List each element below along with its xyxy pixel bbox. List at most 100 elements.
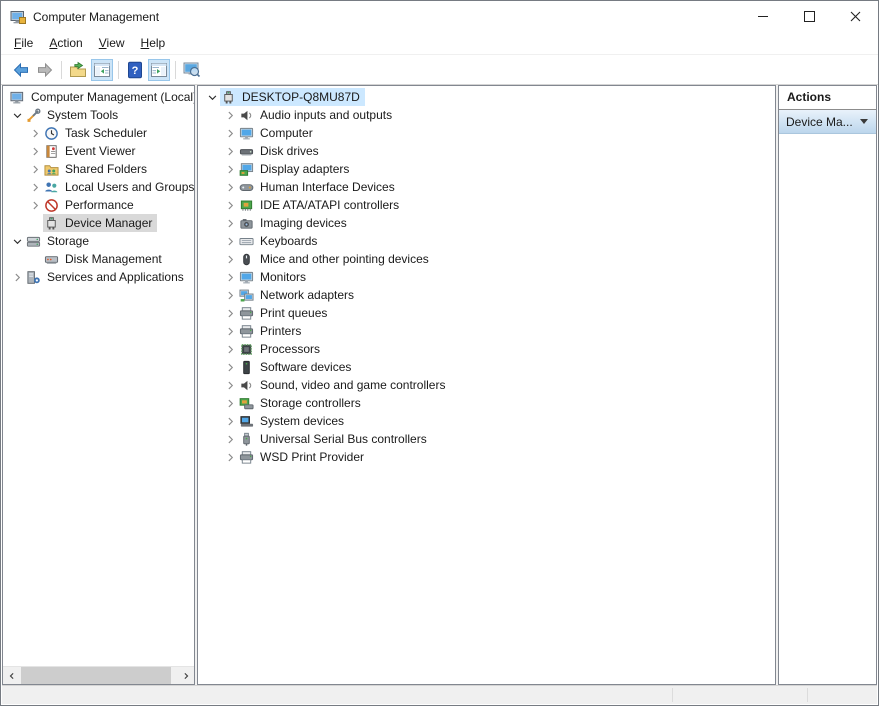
chevron-collapsed-icon[interactable] <box>222 413 238 429</box>
tree-item-task-scheduler[interactable]: Task Scheduler <box>3 124 194 142</box>
menu-action[interactable]: Action <box>41 33 90 53</box>
tree-item-keyboards[interactable]: Keyboards <box>198 232 775 250</box>
chevron-collapsed-icon[interactable] <box>27 197 43 213</box>
tree-item-local-users-and-groups[interactable]: Local Users and Groups <box>3 178 194 196</box>
tree-item-computer[interactable]: Computer <box>198 124 775 142</box>
tree-item-software-devices[interactable]: Software devices <box>198 358 775 376</box>
tree-item-computer-management-local[interactable]: Computer Management (Local) <box>3 88 194 106</box>
chevron-collapsed-icon[interactable] <box>9 269 25 285</box>
tree-item-shared-folders[interactable]: Shared Folders <box>3 160 194 178</box>
chevron-expanded-icon[interactable] <box>204 89 220 105</box>
back-button[interactable] <box>10 59 32 81</box>
chevron-collapsed-icon[interactable] <box>222 233 238 249</box>
actions-group-device-manager[interactable]: Device Ma... <box>779 110 876 134</box>
chevron-collapsed-icon[interactable] <box>222 107 238 123</box>
tree-item-processors[interactable]: Processors <box>198 340 775 358</box>
export-list-button[interactable] <box>67 59 89 81</box>
status-bar <box>2 685 877 704</box>
title-bar[interactable]: Computer Management <box>1 1 878 32</box>
tree-item-network-adapters[interactable]: Network adapters <box>198 286 775 304</box>
show-hide-console-tree-button[interactable] <box>91 59 113 81</box>
chevron-collapsed-icon[interactable] <box>222 305 238 321</box>
chevron-collapsed-icon[interactable] <box>222 179 238 195</box>
tree-item-sound-video-and-game-controllers[interactable]: Sound, video and game controllers <box>198 376 775 394</box>
chevron-collapsed-icon[interactable] <box>222 377 238 393</box>
tree-item-system-tools[interactable]: System Tools <box>3 106 194 124</box>
tree-item-device-manager[interactable]: Device Manager <box>3 214 194 232</box>
actions-header: Actions <box>779 86 876 110</box>
tree-item-label: DESKTOP-Q8MU87D <box>240 89 362 105</box>
show-hide-action-pane-button[interactable] <box>148 59 170 81</box>
chevron-collapsed-icon[interactable] <box>222 287 238 303</box>
chevron-collapsed-icon[interactable] <box>27 179 43 195</box>
dropdown-chevron-icon[interactable] <box>860 119 868 124</box>
tree-item-label: Processors <box>258 341 322 357</box>
close-button[interactable] <box>832 1 878 32</box>
tree-item-storage[interactable]: Storage <box>3 232 194 250</box>
forward-button[interactable] <box>34 59 56 81</box>
scroll-right-icon[interactable] <box>177 667 194 684</box>
minimize-button[interactable] <box>740 1 786 32</box>
chevron-collapsed-icon[interactable] <box>222 125 238 141</box>
help-button[interactable]: ? <box>124 59 146 81</box>
tree-item-event-viewer[interactable]: Event Viewer <box>3 142 194 160</box>
chevron-collapsed-icon[interactable] <box>222 251 238 267</box>
tree-item-imaging-devices[interactable]: Imaging devices <box>198 214 775 232</box>
tree-item-services-and-applications[interactable]: Services and Applications <box>3 268 194 286</box>
services-applications-icon <box>25 269 41 285</box>
chevron-collapsed-icon[interactable] <box>222 395 238 411</box>
chevron-collapsed-icon[interactable] <box>27 125 43 141</box>
device-tree: DESKTOP-Q8MU87D Audio inputs and outputsC… <box>198 86 775 466</box>
tree-item-human-interface-devices[interactable]: Human Interface Devices <box>198 178 775 196</box>
chevron-collapsed-icon[interactable] <box>27 143 43 159</box>
tree-item-label: Imaging devices <box>258 215 349 231</box>
tree-item-wsd-print-provider[interactable]: WSD Print Provider <box>198 448 775 466</box>
tree-item-label: Storage <box>45 233 91 249</box>
device-tree-panel: DESKTOP-Q8MU87D Audio inputs and outputsC… <box>197 85 776 685</box>
menu-help[interactable]: Help <box>133 33 174 53</box>
chevron-collapsed-icon[interactable] <box>222 341 238 357</box>
chevron-collapsed-icon[interactable] <box>222 197 238 213</box>
menu-file[interactable]: File <box>6 33 41 53</box>
chevron-collapsed-icon[interactable] <box>222 359 238 375</box>
tree-item-storage-controllers[interactable]: Storage controllers <box>198 394 775 412</box>
tree-item-monitors[interactable]: Monitors <box>198 268 775 286</box>
horizontal-scrollbar[interactable] <box>3 666 194 684</box>
tree-item-desktop-q8mu87d[interactable]: DESKTOP-Q8MU87D <box>198 88 775 106</box>
maximize-button[interactable] <box>786 1 832 32</box>
keyboard-icon <box>238 233 254 249</box>
tree-item-system-devices[interactable]: System devices <box>198 412 775 430</box>
tree-item-label: Universal Serial Bus controllers <box>258 431 429 447</box>
scrollbar-thumb[interactable] <box>21 667 171 684</box>
chevron-collapsed-icon[interactable] <box>222 431 238 447</box>
tree-item-print-queues[interactable]: Print queues <box>198 304 775 322</box>
menu-view[interactable]: View <box>91 33 133 53</box>
network-adapter-icon <box>238 287 254 303</box>
chevron-collapsed-icon[interactable] <box>222 323 238 339</box>
chevron-expanded-icon[interactable] <box>9 107 25 123</box>
window-title: Computer Management <box>33 10 159 24</box>
tree-item-universal-serial-bus-controllers[interactable]: Universal Serial Bus controllers <box>198 430 775 448</box>
chevron-collapsed-icon[interactable] <box>222 449 238 465</box>
tree-item-ide-ata-atapi-controllers[interactable]: IDE ATA/ATAPI controllers <box>198 196 775 214</box>
tree-item-printers[interactable]: Printers <box>198 322 775 340</box>
chevron-collapsed-icon[interactable] <box>222 269 238 285</box>
event-viewer-icon <box>43 143 59 159</box>
chevron-collapsed-icon[interactable] <box>27 161 43 177</box>
display-adapter-icon <box>238 161 254 177</box>
tree-item-label: Printers <box>258 323 303 339</box>
tree-item-disk-management[interactable]: Disk Management <box>3 250 194 268</box>
tree-item-disk-drives[interactable]: Disk drives <box>198 142 775 160</box>
scroll-left-icon[interactable] <box>3 667 20 684</box>
tree-item-audio-inputs-and-outputs[interactable]: Audio inputs and outputs <box>198 106 775 124</box>
chevron-collapsed-icon[interactable] <box>222 143 238 159</box>
chevron-expanded-icon[interactable] <box>9 233 25 249</box>
chevron-collapsed-icon[interactable] <box>222 161 238 177</box>
tree-item-mice-and-other-pointing-devices[interactable]: Mice and other pointing devices <box>198 250 775 268</box>
scan-for-changes-button[interactable] <box>181 59 203 81</box>
chevron-collapsed-icon[interactable] <box>222 215 238 231</box>
tree-item-performance[interactable]: Performance <box>3 196 194 214</box>
actions-panel: Actions Device Ma... <box>778 85 877 685</box>
tree-item-display-adapters[interactable]: Display adapters <box>198 160 775 178</box>
tree-item-label: Audio inputs and outputs <box>258 107 394 123</box>
